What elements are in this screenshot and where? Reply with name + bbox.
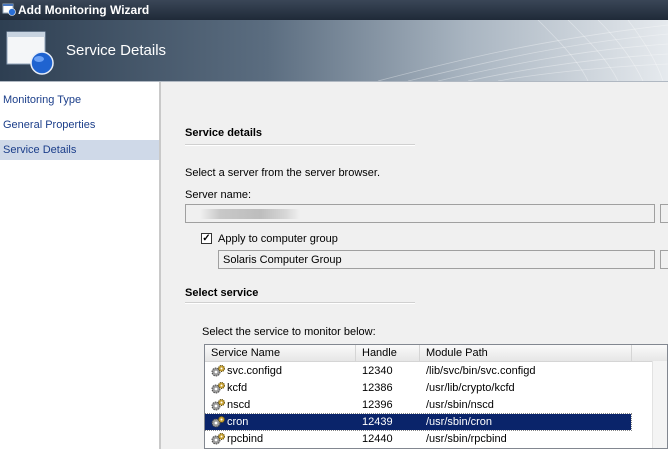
service-row[interactable]: cron 12439/usr/sbin/cron — [205, 413, 632, 431]
server-browser-instruction: Select a server from the server browser. — [185, 167, 381, 179]
server-name-field[interactable] — [185, 204, 655, 223]
gears-icon — [211, 382, 225, 394]
wizard-content: Service details Select a server from the… — [161, 82, 668, 449]
service-list[interactable]: Service Name Handle Module Path svc.conf… — [204, 344, 668, 449]
service-handle-cell: 12440 — [362, 433, 393, 445]
check-mark-icon: ✓ — [202, 233, 211, 244]
service-path-cell: /usr/sbin/nscd — [426, 399, 494, 411]
service-name-cell: kcfd — [227, 382, 248, 394]
redacted-server-name — [200, 209, 300, 219]
computer-group-value: Solaris Computer Group — [223, 254, 342, 266]
service-details-heading: Service details — [185, 127, 263, 139]
service-list-scrollbar[interactable] — [652, 361, 667, 448]
wizard-globe-icon — [6, 31, 54, 75]
page-title: Service Details — [66, 42, 167, 59]
banner-decoration — [377, 20, 668, 81]
service-name-cell: nscd — [227, 399, 251, 411]
service-list-header: Service Name Handle Module Path — [205, 345, 667, 362]
nav-item-service-details[interactable]: Service Details — [0, 140, 159, 160]
service-name-cell: cron — [227, 416, 249, 428]
nav-item-label: General Properties — [3, 119, 96, 131]
gears-icon — [211, 399, 225, 411]
column-header-module-path[interactable]: Module Path — [420, 345, 632, 361]
server-name-label: Server name: — [185, 189, 252, 201]
service-path-cell: /usr/sbin/rpcbind — [426, 433, 507, 445]
select-service-instruction: Select the service to monitor below: — [202, 326, 376, 338]
column-header-service-name[interactable]: Service Name — [205, 345, 356, 361]
wizard-banner: Service Details — [0, 20, 668, 82]
nav-item-monitoring-type[interactable]: Monitoring Type — [0, 90, 159, 110]
wizard-steps-nav: Monitoring Type General Properties Servi… — [0, 82, 161, 449]
service-name-cell: svc.configd — [227, 365, 283, 377]
computer-group-field[interactable]: Solaris Computer Group — [218, 250, 655, 269]
service-handle-cell: 12386 — [362, 382, 393, 394]
service-handle-cell: 12340 — [362, 365, 393, 377]
service-path-cell: /usr/sbin/cron — [426, 416, 493, 428]
gears-icon — [211, 416, 225, 428]
gears-icon — [211, 365, 225, 377]
service-name-cell: rpcbind — [227, 433, 264, 445]
section-divider — [185, 302, 415, 304]
nav-item-label: Monitoring Type — [3, 94, 82, 106]
service-handle-cell: 12439 — [362, 416, 393, 428]
nav-item-label: Service Details — [3, 144, 77, 156]
column-header-handle[interactable]: Handle — [356, 345, 420, 361]
gears-icon — [211, 433, 225, 445]
browse-group-button[interactable] — [660, 250, 668, 269]
service-row[interactable]: svc.configd 12340/lib/svc/bin/svc.configd — [205, 363, 631, 379]
window-title: Add Monitoring Wizard — [18, 3, 150, 17]
apply-group-checkbox[interactable]: ✓ — [201, 233, 212, 244]
service-path-cell: /usr/lib/crypto/kcfd — [426, 382, 515, 394]
service-path-cell: /lib/svc/bin/svc.configd — [426, 365, 536, 377]
wizard-window-icon — [2, 3, 16, 16]
service-row[interactable]: rpcbind 12440/usr/sbin/rpcbind — [205, 431, 631, 447]
service-row[interactable]: nscd 12396/usr/sbin/nscd — [205, 397, 631, 413]
select-service-heading: Select service — [185, 287, 259, 299]
nav-item-general-properties[interactable]: General Properties — [0, 115, 159, 135]
apply-group-label: Apply to computer group — [218, 233, 338, 245]
section-divider — [185, 144, 415, 146]
window-title-bar[interactable]: Add Monitoring Wizard — [0, 0, 668, 20]
browse-server-button[interactable] — [660, 204, 668, 223]
service-handle-cell: 12396 — [362, 399, 393, 411]
service-row[interactable]: kcfd 12386/usr/lib/crypto/kcfd — [205, 380, 631, 396]
